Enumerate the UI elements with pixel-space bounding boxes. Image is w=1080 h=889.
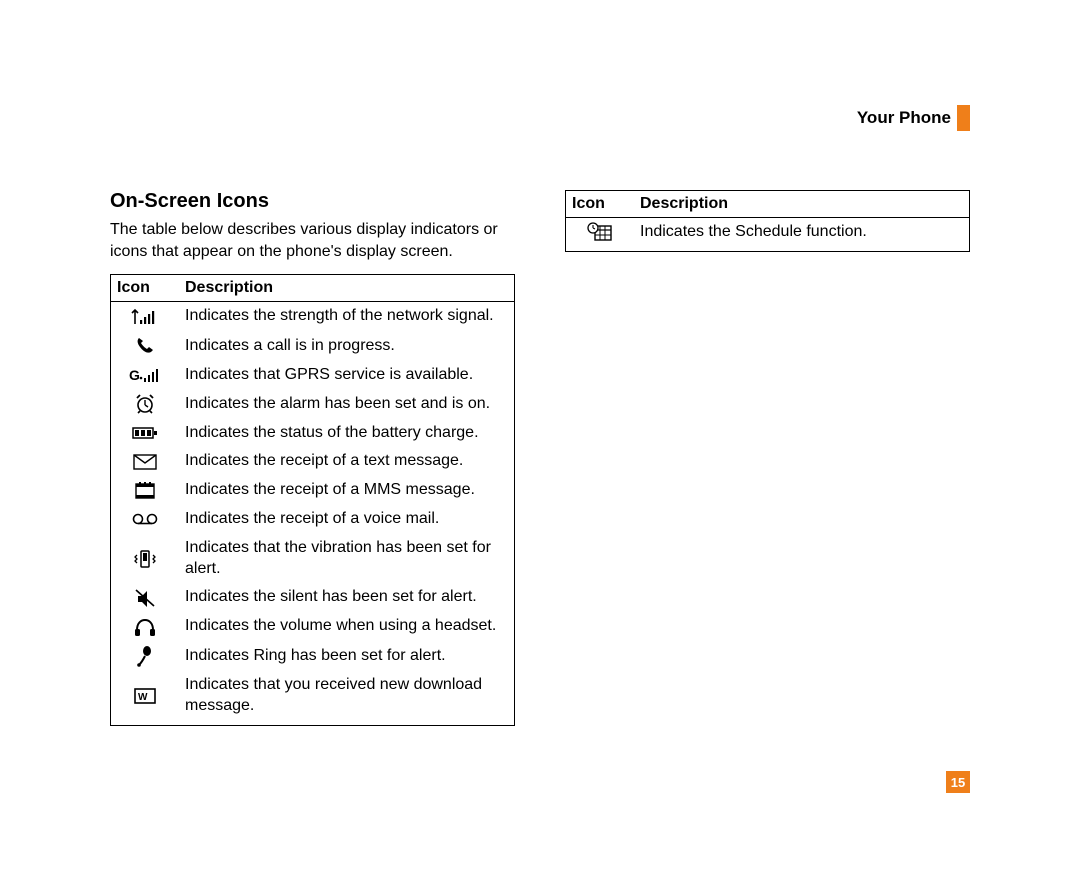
signal-icon: [111, 302, 180, 331]
cell-desc: Indicates the Schedule function.: [634, 218, 970, 252]
table-row: Indicates the Schedule function.: [566, 218, 970, 252]
cell-desc: Indicates the receipt of a voice mail.: [179, 505, 515, 534]
table-row: Indicates that the vibration has been se…: [111, 534, 515, 584]
download-icon: W: [111, 671, 180, 725]
mms-msg-icon: [111, 476, 180, 505]
cell-desc: Indicates Ring has been set for alert.: [179, 641, 515, 671]
page-number: 15: [946, 771, 970, 793]
table-row: Indicates the strength of the network si…: [111, 302, 515, 331]
table-row: Indicates the receipt of a voice mail.: [111, 505, 515, 534]
table-row: W Indicates that you received new downlo…: [111, 671, 515, 725]
cell-desc: Indicates the silent has been set for al…: [179, 583, 515, 612]
text-msg-icon: [111, 447, 180, 476]
alarm-icon: [111, 390, 180, 419]
cell-desc: Indicates that the vibration has been se…: [179, 534, 515, 584]
cell-desc: Indicates the status of the battery char…: [179, 419, 515, 448]
svg-text:W: W: [138, 692, 148, 703]
th-icon: Icon: [111, 275, 180, 302]
call-icon: [111, 331, 180, 361]
vibrate-icon: [111, 534, 180, 584]
content-columns: On-Screen Icons The table below describe…: [110, 190, 970, 726]
table-row: G Indicates that GPRS service is availab…: [111, 361, 515, 390]
cell-desc: Indicates that you received new download…: [179, 671, 515, 725]
silent-icon: [111, 583, 180, 612]
right-column: Icon Description: [565, 190, 970, 252]
header-bar: Your Phone: [857, 105, 970, 131]
header-title: Your Phone: [857, 108, 951, 128]
th-desc: Description: [634, 191, 970, 218]
voicemail-icon: [111, 505, 180, 534]
icon-table-left: Icon Description: [110, 274, 515, 725]
cell-desc: Indicates the volume when using a headse…: [179, 612, 515, 641]
header-accent-block: [957, 105, 970, 131]
section-intro: The table below describes various displa…: [110, 219, 515, 262]
table-row: Indicates the status of the battery char…: [111, 419, 515, 448]
svg-text:G: G: [129, 367, 140, 383]
th-icon: Icon: [566, 191, 635, 218]
cell-desc: Indicates that GPRS service is available…: [179, 361, 515, 390]
table-row: Indicates the alarm has been set and is …: [111, 390, 515, 419]
table-row: Indicates Ring has been set for alert.: [111, 641, 515, 671]
cell-desc: Indicates the alarm has been set and is …: [179, 390, 515, 419]
manual-page: Your Phone On-Screen Icons The table bel…: [0, 0, 1080, 889]
gprs-icon: G: [111, 361, 180, 390]
table-row: Indicates the volume when using a headse…: [111, 612, 515, 641]
table-row: Indicates a call is in progress.: [111, 331, 515, 361]
cell-desc: Indicates a call is in progress.: [179, 331, 515, 361]
cell-desc: Indicates the strength of the network si…: [179, 302, 515, 331]
battery-icon: [111, 419, 180, 448]
headset-icon: [111, 612, 180, 641]
table-row: Indicates the silent has been set for al…: [111, 583, 515, 612]
section-title: On-Screen Icons: [110, 190, 515, 213]
th-desc: Description: [179, 275, 515, 302]
table-row: Indicates the receipt of a MMS message.: [111, 476, 515, 505]
cell-desc: Indicates the receipt of a text message.: [179, 447, 515, 476]
schedule-icon: [566, 218, 635, 252]
ring-icon: [111, 641, 180, 671]
table-row: Indicates the receipt of a text message.: [111, 447, 515, 476]
cell-desc: Indicates the receipt of a MMS message.: [179, 476, 515, 505]
icon-table-right: Icon Description: [565, 190, 970, 252]
left-column: On-Screen Icons The table below describe…: [110, 190, 515, 726]
